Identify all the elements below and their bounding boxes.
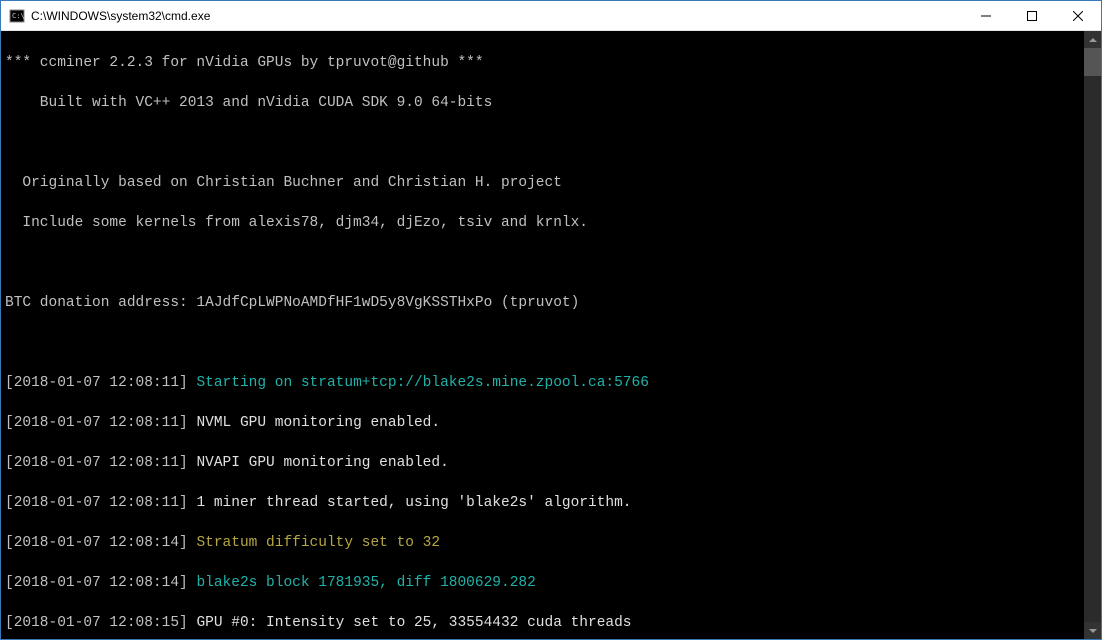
log-message: 1 miner thread started, using 'blake2s' … [196, 495, 631, 511]
header-line: Built with VC++ 2013 and nVidia CUDA SDK… [5, 93, 1101, 113]
log-timestamp: [2018-01-07 12:08:11] [5, 455, 188, 471]
log-message: GPU #0: Intensity set to 25, 33554432 cu… [196, 615, 631, 631]
log-timestamp: [2018-01-07 12:08:14] [5, 575, 188, 591]
header-line: Include some kernels from alexis78, djm3… [5, 213, 1101, 233]
log-timestamp: [2018-01-07 12:08:11] [5, 375, 188, 391]
cmd-icon: C:\ [9, 8, 25, 24]
header-line: Originally based on Christian Buchner an… [5, 173, 1101, 193]
log-timestamp: [2018-01-07 12:08:14] [5, 535, 188, 551]
header-line: *** ccminer 2.2.3 for nVidia GPUs by tpr… [5, 53, 1101, 73]
console-output: *** ccminer 2.2.3 for nVidia GPUs by tpr… [1, 31, 1101, 639]
maximize-button[interactable] [1009, 1, 1055, 30]
log-line: [2018-01-07 12:08:14] blake2s block 1781… [5, 573, 1101, 593]
log-line: [2018-01-07 12:08:11] NVAPI GPU monitori… [5, 453, 1101, 473]
minimize-button[interactable] [963, 1, 1009, 30]
blank-line [5, 333, 1101, 353]
header-line: BTC donation address: 1AJdfCpLWPNoAMDfHF… [5, 293, 1101, 313]
log-message: NVML GPU monitoring enabled. [196, 415, 440, 431]
title-bar: C:\ C:\WINDOWS\system32\cmd.exe [1, 1, 1101, 31]
log-line: [2018-01-07 12:08:11] NVML GPU monitorin… [5, 413, 1101, 433]
log-line: [2018-01-07 12:08:11] Starting on stratu… [5, 373, 1101, 393]
console-area[interactable]: *** ccminer 2.2.3 for nVidia GPUs by tpr… [1, 31, 1101, 639]
scroll-down-button[interactable] [1084, 622, 1101, 639]
log-timestamp: [2018-01-07 12:08:11] [5, 495, 188, 511]
log-timestamp: [2018-01-07 12:08:15] [5, 615, 188, 631]
log-message: blake2s block 1781935, diff 1800629.282 [196, 575, 535, 591]
log-line: [2018-01-07 12:08:15] GPU #0: Intensity … [5, 613, 1101, 633]
log-line: [2018-01-07 12:08:11] 1 miner thread sta… [5, 493, 1101, 513]
window-controls [963, 1, 1101, 30]
svg-text:C:\: C:\ [12, 12, 25, 20]
log-line: [2018-01-07 12:08:14] Stratum difficulty… [5, 533, 1101, 553]
blank-line [5, 133, 1101, 153]
scroll-up-button[interactable] [1084, 31, 1101, 48]
log-message: NVAPI GPU monitoring enabled. [196, 455, 448, 471]
log-message: Starting on stratum+tcp://blake2s.mine.z… [196, 375, 648, 391]
scroll-thumb[interactable] [1084, 48, 1101, 76]
scrollbar[interactable] [1084, 31, 1101, 639]
cmd-window: C:\ C:\WINDOWS\system32\cmd.exe *** ccmi… [0, 0, 1102, 640]
log-timestamp: [2018-01-07 12:08:11] [5, 415, 188, 431]
close-button[interactable] [1055, 1, 1101, 30]
blank-line [5, 253, 1101, 273]
log-message: Stratum difficulty set to 32 [196, 535, 440, 551]
window-title: C:\WINDOWS\system32\cmd.exe [31, 9, 963, 23]
